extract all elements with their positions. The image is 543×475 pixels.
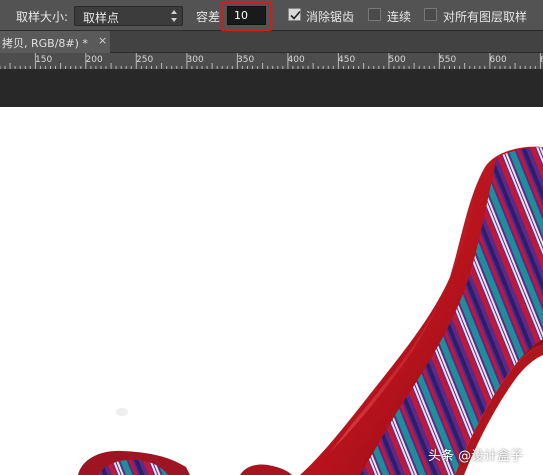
anti-alias-checkbox[interactable]	[288, 8, 301, 21]
tolerance-highlight-box	[221, 1, 272, 31]
ruler-label: 500	[388, 55, 406, 65]
ruler-label: 150	[35, 55, 53, 65]
watermark-text: 头条 @设计盒子	[428, 449, 524, 464]
tolerance-label: 容差	[196, 10, 221, 24]
anti-alias-label: 消除锯齿	[306, 10, 355, 24]
contiguous-checkbox[interactable]	[368, 8, 381, 21]
pasteboard	[0, 70, 543, 107]
ruler-label: 250	[136, 55, 154, 65]
document-tab[interactable]: 拷贝, RGB/8#) * ×	[0, 31, 110, 53]
sample-size-value: 取样点	[83, 11, 120, 25]
ruler-label: 200	[85, 55, 103, 65]
contiguous-label: 连续	[387, 10, 412, 24]
ruler-label: 400	[287, 55, 305, 65]
sample-all-layers-label: 对所有图层取样	[443, 10, 528, 24]
checkmark-icon	[290, 10, 301, 20]
sample-size-select[interactable]: 取样点	[74, 6, 183, 26]
ruler-label: 450	[338, 55, 356, 65]
ruler-label: 550	[439, 55, 457, 65]
select-arrows-icon	[171, 10, 177, 22]
shoe-image	[78, 146, 543, 475]
sample-size-label: 取样大小:	[16, 10, 69, 24]
ruler-label: 300	[186, 55, 204, 65]
close-tab-icon[interactable]: ×	[98, 34, 107, 47]
sample-all-layers-checkbox[interactable]	[424, 8, 437, 21]
document-tab-title: 拷贝, RGB/8#) *	[2, 37, 88, 50]
ruler-ticks	[0, 53, 541, 69]
document-tab-bar: 拷贝, RGB/8#) * ×	[0, 31, 543, 53]
horizontal-ruler[interactable]: 150200250300350400450500550600650	[0, 53, 543, 70]
ruler-label: 600	[489, 55, 507, 65]
ruler-label: 350	[237, 55, 255, 65]
document-canvas[interactable]	[0, 107, 543, 475]
tool-options-bar: 取样大小: 取样点 容差 10 消除锯齿 连续 对所有图层取样	[0, 0, 543, 31]
